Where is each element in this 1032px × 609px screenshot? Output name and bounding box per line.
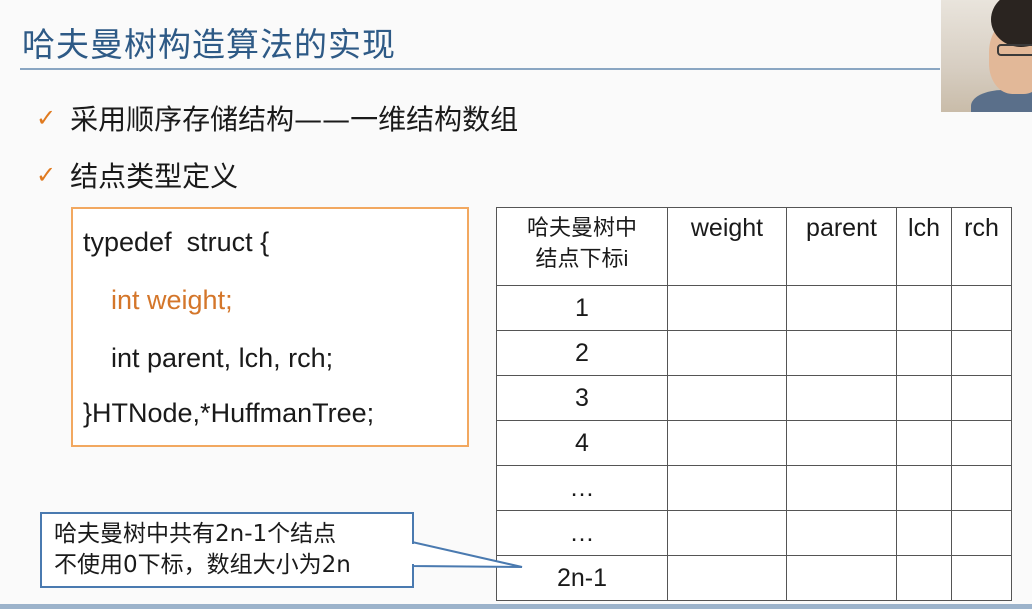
callout-line: 不使用0下标，数组大小为2n xyxy=(54,552,351,578)
bottom-divider xyxy=(0,604,1032,609)
callout-line: 哈夫曼树中共有2n-1个结点 xyxy=(54,521,337,547)
callout-note: 哈夫曼树中共有2n-1个结点 不使用0下标，数组大小为2n xyxy=(40,512,414,588)
callout-pointer-shape xyxy=(411,540,523,568)
